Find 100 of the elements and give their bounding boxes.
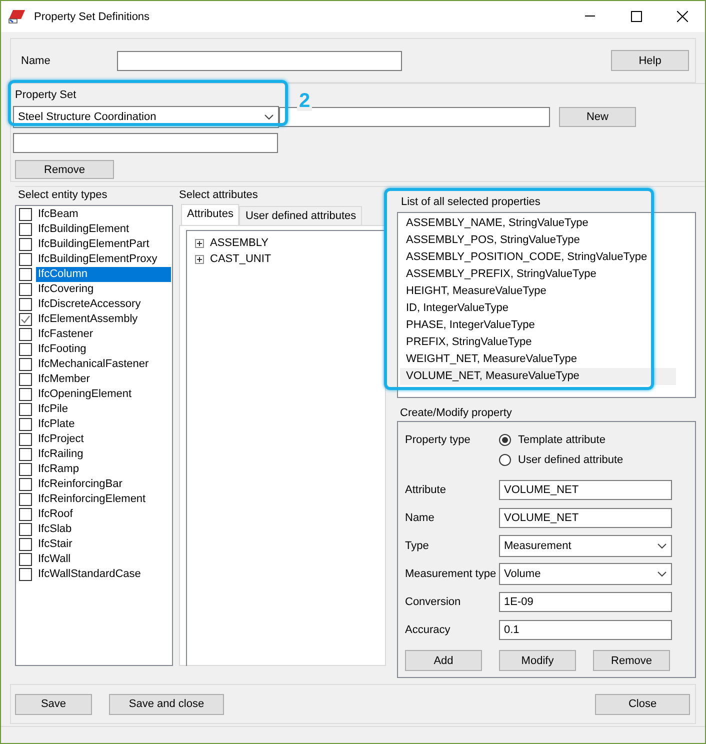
- list-item[interactable]: IfcRailing: [36, 447, 171, 462]
- list-item[interactable]: ASSEMBLY_NAME, StringValueType: [400, 215, 676, 232]
- list-item[interactable]: WEIGHT_NET, MeasureValueType: [400, 351, 676, 368]
- entity-type-list[interactable]: [15, 205, 173, 666]
- expand-icon[interactable]: [195, 254, 204, 264]
- app-icon: [8, 10, 25, 24]
- input-field[interactable]: VOLUME_NET: [499, 480, 672, 500]
- checkbox[interactable]: [19, 238, 32, 251]
- checkbox[interactable]: [19, 253, 32, 266]
- list-item[interactable]: IfcPile: [36, 402, 171, 417]
- list-item[interactable]: IfcBuildingElement: [36, 222, 171, 237]
- list-item[interactable]: IfcColumn: [36, 267, 171, 282]
- input-field[interactable]: 0.1: [499, 620, 672, 640]
- modify-button[interactable]: Modify: [499, 650, 576, 671]
- list-item[interactable]: IfcStair: [36, 537, 171, 552]
- description-field[interactable]: [13, 133, 278, 153]
- list-item[interactable]: ID, IntegerValueType: [400, 300, 676, 317]
- field-label: Accuracy: [405, 624, 452, 636]
- list-item[interactable]: IfcReinforcingElement: [36, 492, 171, 507]
- dropdown[interactable]: Measurement: [499, 535, 672, 557]
- option-label: User defined attribute: [518, 454, 624, 466]
- checkbox[interactable]: [19, 373, 32, 386]
- checkbox[interactable]: [19, 538, 32, 551]
- list-item[interactable]: ASSEMBLY_POS, StringValueType: [400, 232, 676, 249]
- save-button[interactable]: Save: [15, 694, 92, 714]
- checkbox[interactable]: [19, 448, 32, 461]
- property-list[interactable]: [397, 212, 696, 398]
- tab[interactable]: Attributes: [181, 204, 240, 225]
- list-item[interactable]: IfcWallStandardCase: [36, 567, 171, 582]
- list-item[interactable]: ASSEMBLY_POSITION_CODE, StringValueType: [400, 249, 676, 266]
- list-item[interactable]: IfcMechanicalFastener: [36, 357, 171, 372]
- callout-number: 2: [297, 91, 312, 111]
- list-item[interactable]: IfcElementAssembly: [36, 312, 171, 327]
- dropdown[interactable]: Volume: [499, 563, 672, 585]
- checkbox[interactable]: [19, 343, 32, 356]
- list-item[interactable]: IfcCovering: [36, 282, 171, 297]
- checkbox[interactable]: [19, 568, 32, 581]
- expand-icon[interactable]: [195, 238, 204, 248]
- checkbox[interactable]: [19, 358, 32, 371]
- save-and-close-button[interactable]: Save and close: [109, 694, 224, 714]
- checkbox[interactable]: [19, 463, 32, 476]
- window-title: Property Set Definitions: [34, 10, 150, 22]
- checkbox[interactable]: [19, 328, 32, 341]
- list-item[interactable]: PHASE, IntegerValueType: [400, 317, 676, 334]
- list-item[interactable]: IfcMember: [36, 372, 171, 387]
- list-item[interactable]: IfcBuildingElementPart: [36, 237, 171, 252]
- add-button[interactable]: Add: [405, 650, 482, 671]
- checkbox[interactable]: [19, 388, 32, 401]
- checkbox[interactable]: [19, 493, 32, 506]
- help-button[interactable]: Help: [611, 50, 689, 71]
- list-item[interactable]: IfcRoof: [36, 507, 171, 522]
- list-item[interactable]: IfcFastener: [36, 327, 171, 342]
- close-button[interactable]: Close: [595, 694, 690, 714]
- name-field[interactable]: [117, 50, 402, 70]
- new-name-field[interactable]: [279, 107, 550, 127]
- checkbox[interactable]: [19, 298, 32, 311]
- property-set-label: Property Set: [15, 89, 76, 101]
- input-field[interactable]: VOLUME_NET: [499, 508, 672, 528]
- remove-button[interactable]: Remove: [15, 160, 114, 179]
- checkbox[interactable]: [19, 523, 32, 536]
- remove-button[interactable]: Remove: [593, 650, 670, 671]
- list-item[interactable]: IfcProject: [36, 432, 171, 447]
- list-item[interactable]: IfcFooting: [36, 342, 171, 357]
- new-button[interactable]: New: [559, 107, 636, 127]
- field-label: Attribute: [405, 484, 447, 496]
- chevron-down-icon: [657, 543, 667, 549]
- list-item[interactable]: IfcSlab: [36, 522, 171, 537]
- list-item[interactable]: IfcOpeningElement: [36, 387, 171, 402]
- checkbox[interactable]: [19, 313, 32, 326]
- radio-button[interactable]: [499, 454, 511, 466]
- list-item[interactable]: PREFIX, StringValueType: [400, 334, 676, 351]
- list-item[interactable]: VOLUME_NET, MeasureValueType: [400, 368, 676, 385]
- checkbox[interactable]: [19, 553, 32, 566]
- checkbox[interactable]: [19, 433, 32, 446]
- checkbox[interactable]: [19, 508, 32, 521]
- checkbox[interactable]: [19, 403, 32, 416]
- checkbox[interactable]: [19, 208, 32, 221]
- list-item[interactable]: ASSEMBLY_PREFIX, StringValueType: [400, 266, 676, 283]
- field-label: Name: [405, 512, 436, 524]
- list-item[interactable]: IfcDiscreteAccessory: [36, 297, 171, 312]
- checkbox[interactable]: [19, 283, 32, 296]
- list-item[interactable]: HEIGHT, MeasureValueType: [400, 283, 676, 300]
- list-item[interactable]: IfcWall: [36, 552, 171, 567]
- close-icon: [676, 11, 688, 22]
- checkbox[interactable]: [19, 478, 32, 491]
- tab[interactable]: User defined attributes: [239, 206, 362, 225]
- checkbox[interactable]: [19, 418, 32, 431]
- checkbox[interactable]: [19, 268, 32, 281]
- list-item[interactable]: IfcPlate: [36, 417, 171, 432]
- tree-node[interactable]: CAST_UNIT: [210, 253, 272, 265]
- field-label: Measurement type: [405, 568, 498, 580]
- tree-node[interactable]: ASSEMBLY: [210, 237, 268, 249]
- list-item[interactable]: IfcRamp: [36, 462, 171, 477]
- input-field[interactable]: 1E-09: [499, 592, 672, 612]
- name-label: Name: [21, 54, 52, 66]
- checkbox[interactable]: [19, 223, 32, 236]
- list-item[interactable]: IfcBeam: [36, 207, 171, 222]
- radio-button[interactable]: [499, 434, 511, 446]
- list-item[interactable]: IfcBuildingElementProxy: [36, 252, 171, 267]
- list-item[interactable]: IfcReinforcingBar: [36, 477, 171, 492]
